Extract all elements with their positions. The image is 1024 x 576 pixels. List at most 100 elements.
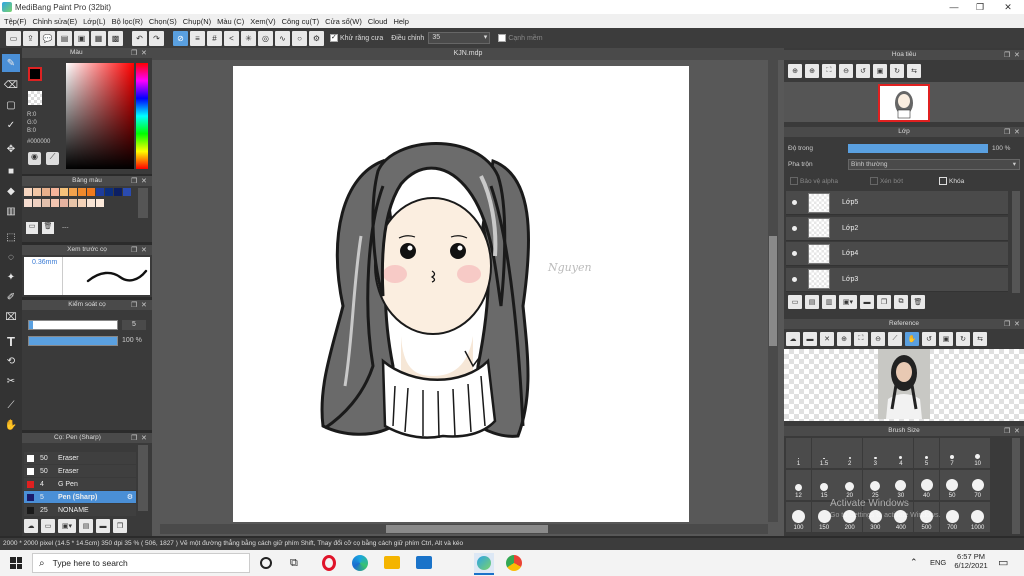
snap-parallel-icon[interactable]: ≡ [190, 30, 205, 46]
grid-icon[interactable]: ▩ [108, 30, 123, 46]
brush-size-scrollbar[interactable] [1012, 438, 1020, 534]
vertical-scrollbar[interactable] [768, 60, 778, 522]
brush-list-item[interactable]: 5 Pen (Sharp) ⚙ [24, 491, 136, 503]
comment-icon[interactable]: 💬 [40, 30, 55, 46]
primary-color-swatch[interactable] [28, 67, 42, 81]
brush-size-option[interactable]: 1.5 [811, 438, 837, 468]
palette-swatch[interactable] [87, 188, 95, 196]
float-icon[interactable]: ❐ [131, 434, 137, 442]
text-tool-icon[interactable]: T [2, 332, 20, 350]
brush-size-option[interactable]: 1000 [965, 502, 991, 532]
palette-swatch[interactable] [42, 198, 50, 207]
brush-list-item[interactable]: 25 NONAME [24, 504, 136, 516]
ref-zoom-in-icon[interactable]: ⊕ [837, 332, 851, 346]
lasso-tool-icon[interactable]: ◌ [2, 248, 20, 266]
snap-circle-icon[interactable]: ◎ [258, 30, 273, 46]
brush-size-option[interactable]: 3 [862, 438, 888, 468]
menu-snap[interactable]: Chụp(N) [183, 17, 217, 26]
operation-tool-icon[interactable]: ⟲ [2, 352, 20, 370]
palette-swatch[interactable] [96, 198, 104, 207]
palette-swatch[interactable] [42, 188, 50, 196]
ref-rotate-left-icon[interactable]: ↺ [922, 332, 936, 346]
eye-icon[interactable] [792, 251, 797, 256]
palette-swatch[interactable] [24, 198, 32, 207]
palette-swatch[interactable] [60, 198, 68, 207]
navigator-view[interactable] [784, 82, 1024, 122]
dot-tool-icon[interactable]: ✓ [2, 116, 20, 134]
fill-rect-tool-icon[interactable]: ■ [2, 162, 20, 180]
snap-off-icon[interactable]: ⊘ [173, 30, 188, 46]
eraser-tool-icon[interactable]: ⌫ [2, 76, 20, 94]
ref-cloud-icon[interactable]: ☁ [786, 332, 800, 346]
close-panel-icon[interactable]: ✕ [1014, 427, 1020, 435]
brush-size-option[interactable]: 4 [888, 438, 914, 468]
snap-curve-icon[interactable]: ∿ [275, 30, 290, 46]
layer-folder-icon[interactable]: ▬ [860, 295, 874, 309]
snap-vanish-icon[interactable]: < [224, 30, 239, 46]
add-palette-icon[interactable]: ▭ [26, 222, 38, 234]
redo-icon[interactable]: ↷ [149, 30, 164, 46]
layer-row[interactable]: Lớp5 [786, 191, 1008, 215]
horizontal-scrollbar[interactable] [160, 524, 768, 534]
ref-rotate-right-icon[interactable]: ↻ [956, 332, 970, 346]
palette-swatch[interactable] [60, 188, 68, 196]
delete-layer-icon[interactable]: 🗑 [911, 295, 925, 309]
ref-zoom-out-icon[interactable]: ⊖ [871, 332, 885, 346]
eye-icon[interactable] [792, 276, 797, 282]
brush-size-value[interactable]: 5 [122, 320, 146, 330]
fit-window-icon[interactable]: ▣ [873, 64, 887, 78]
brush-size-option[interactable]: 12 [786, 470, 811, 500]
hand-tool-icon[interactable]: ✋ [2, 416, 20, 434]
gradient-tool-icon[interactable]: ▥ [2, 202, 20, 220]
layer-opacity-slider[interactable] [848, 144, 988, 153]
menu-view[interactable]: Xem(V) [250, 17, 281, 26]
ref-flip-icon[interactable]: ⇆ [973, 332, 987, 346]
snap-ellipse-icon[interactable]: ○ [292, 30, 307, 46]
menu-color[interactable]: Màu (C) [217, 17, 250, 26]
fit-icon[interactable]: ⛶ [822, 64, 836, 78]
undo-icon[interactable]: ↶ [132, 30, 147, 46]
layer-scrollbar[interactable] [1012, 191, 1020, 293]
menu-edit[interactable]: Chỉnh sửa(E) [33, 17, 84, 26]
brush-size-option[interactable]: 25 [862, 470, 888, 500]
brush-size-option[interactable]: 10 [965, 438, 991, 468]
new-file-icon[interactable]: ▭ [6, 30, 21, 46]
palette-swatch[interactable] [78, 198, 86, 207]
zoom-in-icon[interactable]: ⊕ [805, 64, 819, 78]
brush-add-icon[interactable]: ▣▾ [58, 519, 76, 533]
close-button[interactable]: ✕ [994, 0, 1022, 14]
brush-size-option[interactable]: 5 [914, 438, 939, 468]
rotate-right-icon[interactable]: ↻ [890, 64, 904, 78]
brush-size-option[interactable]: 50 [939, 470, 965, 500]
eyedropper-icon[interactable]: ⟋ [46, 152, 59, 165]
page-icon[interactable]: ▣ [74, 30, 89, 46]
canh-mem-checkbox[interactable] [498, 34, 507, 42]
language-indicator[interactable]: ENG [930, 558, 946, 567]
ref-open-icon[interactable]: ▬ [803, 332, 817, 346]
menu-layer[interactable]: Lớp(L) [83, 17, 111, 26]
select-eraser-tool-icon[interactable]: ⌧ [2, 308, 20, 326]
edge-icon[interactable] [352, 555, 368, 571]
menu-tools[interactable]: Công cụ(T) [282, 17, 326, 26]
palette-swatch[interactable] [96, 188, 104, 196]
ref-fit-icon[interactable]: ⛶ [854, 332, 868, 346]
brush-list-item[interactable]: 50 Eraser [24, 465, 136, 477]
brush-size-option[interactable]: 700 [939, 502, 965, 532]
document-tab[interactable]: KJN.mdp [152, 48, 784, 60]
ref-fit-window-icon[interactable]: ▣ [939, 332, 953, 346]
float-icon[interactable]: ❐ [1004, 128, 1010, 136]
palette-swatch[interactable] [69, 188, 77, 196]
move-tool-icon[interactable]: ✥ [2, 140, 20, 158]
float-icon[interactable]: ❐ [131, 177, 137, 185]
brush-size-option[interactable]: 15 [811, 470, 837, 500]
windows-start-icon[interactable] [10, 557, 22, 569]
merge-layer-icon[interactable]: ⧉ [894, 295, 908, 309]
menu-select[interactable]: Chọn(S) [149, 17, 183, 26]
palette-swatch[interactable] [114, 188, 122, 196]
brush-opacity-slider[interactable] [28, 336, 118, 346]
eye-icon[interactable] [792, 200, 797, 205]
correction-select[interactable]: 35 ▾ [428, 32, 491, 44]
brush-size-option[interactable]: 40 [914, 470, 939, 500]
task-view-icon[interactable]: ⧉ [290, 557, 298, 570]
brush-list-item[interactable]: 50 Eraser [24, 452, 136, 464]
